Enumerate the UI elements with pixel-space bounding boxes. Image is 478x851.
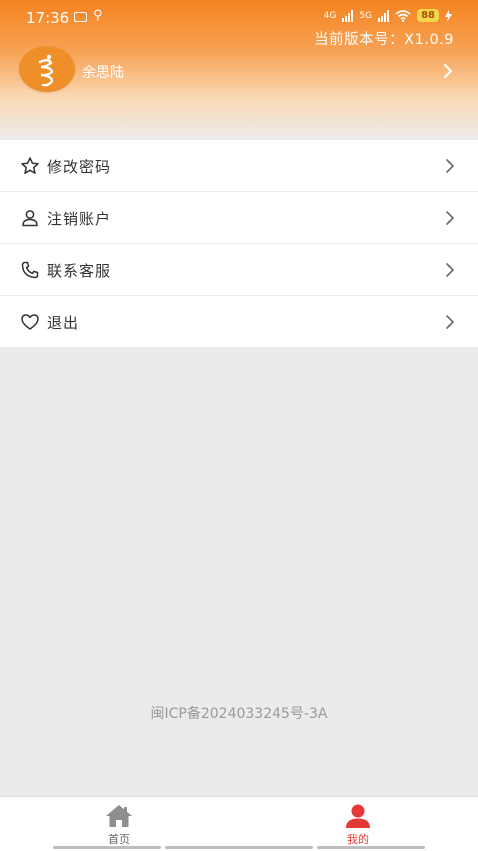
menu-item-delete-account[interactable]: 注销账户 xyxy=(0,192,478,244)
tab-home[interactable]: 首页 xyxy=(59,797,179,847)
chevron-right-icon xyxy=(446,315,454,329)
menu-item-contact-support[interactable]: 联系客服 xyxy=(0,244,478,296)
menu-item-label: 修改密码 xyxy=(47,158,112,176)
status-indicators: 4G 5G 88 xyxy=(324,9,452,22)
chevron-right-icon xyxy=(446,263,454,277)
wifi-icon xyxy=(395,9,411,22)
network-5g-label: 5G xyxy=(359,10,373,21)
menu-item-label: 注销账户 xyxy=(47,210,112,228)
status-time: 17:36 xyxy=(26,9,70,27)
chevron-right-icon xyxy=(446,159,454,173)
user-name[interactable]: 余思陆 xyxy=(82,62,124,82)
signal-icon-2 xyxy=(378,9,390,22)
home-icon xyxy=(106,805,132,827)
signal-icon xyxy=(342,9,354,22)
menu-item-change-password[interactable]: 修改密码 xyxy=(0,140,478,192)
user-icon xyxy=(22,210,38,227)
bottom-tab-bar: 首页 我的 xyxy=(0,796,478,851)
chevron-right-icon xyxy=(446,211,454,225)
tab-label: 我的 xyxy=(347,833,369,846)
usb-icon: ⚲ xyxy=(93,8,103,23)
menu-item-label: 退出 xyxy=(47,314,80,332)
avatar[interactable] xyxy=(19,46,75,92)
menu-item-logout[interactable]: 退出 xyxy=(0,296,478,347)
person-icon xyxy=(346,804,370,828)
app-version: 当前版本号：X1.0.9 xyxy=(314,32,454,48)
tab-mine[interactable]: 我的 xyxy=(298,797,418,847)
settings-menu: 修改密码 注销账户 联系客服 退出 xyxy=(0,140,478,347)
star-icon xyxy=(21,157,39,174)
heart-icon xyxy=(21,314,39,330)
profile-header: 17:36 ⚲ 4G 5G 88 当前版本号：X1.0.9 余思陆 xyxy=(0,0,478,140)
chevron-right-icon[interactable] xyxy=(438,60,458,82)
message-icon xyxy=(74,12,87,22)
tab-label: 首页 xyxy=(108,833,130,846)
battery-indicator: 88 xyxy=(417,9,439,22)
network-4g-label: 4G xyxy=(323,10,337,21)
phone-icon xyxy=(21,261,39,279)
system-nav-handle xyxy=(0,846,478,850)
menu-item-label: 联系客服 xyxy=(47,262,112,280)
avatar-logo-icon xyxy=(38,54,54,87)
icp-record-text[interactable]: 闽ICP备2024033245号-3A xyxy=(0,703,478,723)
charging-icon xyxy=(445,9,452,22)
